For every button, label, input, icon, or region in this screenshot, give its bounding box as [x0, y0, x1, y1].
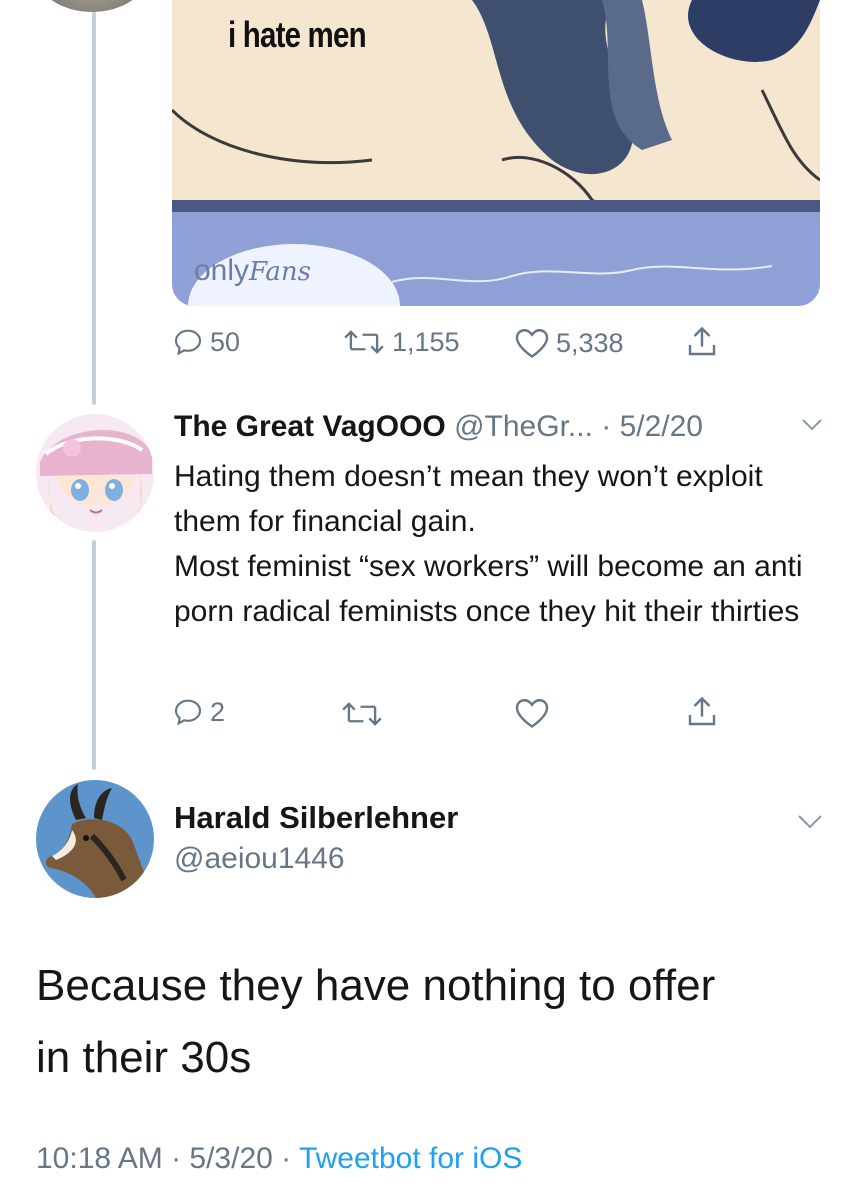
- reply-header: The Great VagOOO @TheGr... · 5/2/20: [174, 410, 703, 444]
- media-caption: i hate men: [228, 14, 367, 55]
- onlyfans-logo: onlyFans: [194, 254, 311, 287]
- like-count: 5,338: [556, 327, 624, 358]
- heart-icon: [515, 329, 549, 358]
- client-link[interactable]: Tweetbot for iOS: [299, 1142, 522, 1175]
- share-icon: [688, 326, 716, 356]
- reply-text: Hating them doesn’t mean they won’t expl…: [174, 454, 834, 634]
- share-icon: [688, 696, 716, 726]
- avatar[interactable]: [36, 780, 154, 898]
- tweet-timestamp: 10:18 AM · 5/3/20 ·: [36, 1142, 299, 1175]
- user-handle[interactable]: @aeiou1446: [174, 842, 345, 876]
- avatar[interactable]: [36, 414, 154, 532]
- reply-icon: [174, 699, 202, 726]
- tweet-text-line: Because they have nothing to offer: [36, 961, 716, 1010]
- reply-count: 2: [210, 696, 226, 727]
- tweet-text-line: in their 30s: [36, 1033, 252, 1082]
- share-button[interactable]: [684, 324, 720, 360]
- reply-button[interactable]: 50: [172, 326, 240, 358]
- like-button[interactable]: [514, 696, 550, 730]
- chevron-down-icon[interactable]: [796, 812, 824, 835]
- share-button[interactable]: [684, 694, 720, 730]
- reply-text-paragraph: Hating them doesn’t mean they won’t expl…: [174, 460, 763, 538]
- like-button[interactable]: 5,338: [514, 326, 624, 360]
- anime-avatar-image: [36, 414, 154, 532]
- retweet-count: 1,155: [392, 326, 460, 357]
- tweet-meta: 10:18 AM · 5/3/20 · Tweetbot for iOS: [36, 1142, 522, 1176]
- reply-button[interactable]: 2: [172, 696, 225, 728]
- reply-icon: [174, 329, 202, 356]
- retweet-icon: [342, 702, 382, 726]
- reply-text-paragraph: Most feminist “sex workers” will become …: [174, 550, 803, 628]
- avatar[interactable]: [38, 0, 146, 12]
- user-name[interactable]: Harald Silberlehner: [174, 800, 458, 836]
- tweet-media-image[interactable]: i hate men onlyFans: [172, 0, 820, 306]
- chevron-down-icon[interactable]: [800, 416, 824, 437]
- reply-count: 50: [210, 326, 241, 357]
- retweet-button[interactable]: [340, 698, 384, 730]
- thread-connector-line: [92, 10, 96, 405]
- retweet-button[interactable]: 1,155: [342, 326, 460, 358]
- user-name[interactable]: The Great VagOOO: [174, 410, 446, 443]
- heart-icon: [515, 699, 549, 728]
- thread-connector-line: [92, 540, 96, 770]
- tweet-text: Because they have nothing to offer in th…: [36, 950, 826, 1094]
- retweet-icon: [344, 330, 384, 354]
- chamois-avatar-image: [36, 780, 154, 898]
- user-handle-and-date: @TheGr... · 5/2/20: [454, 410, 703, 443]
